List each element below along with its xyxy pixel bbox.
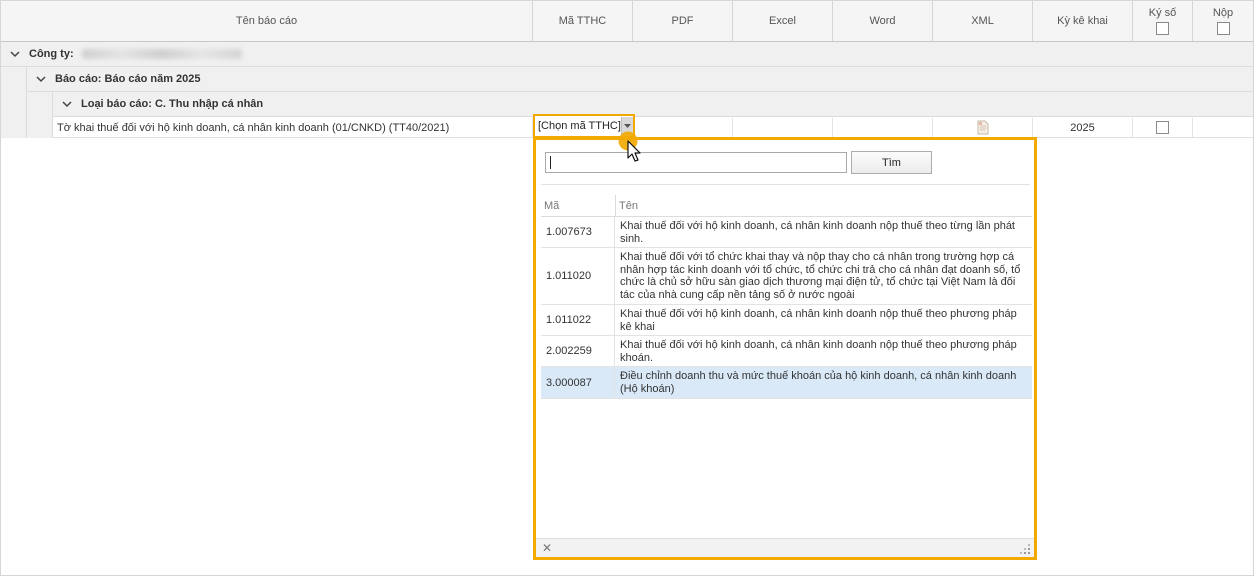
group-company[interactable]: Công ty: xyxy=(1,42,1253,67)
col-header-excel[interactable]: Excel xyxy=(733,1,833,41)
chevron-down-icon[interactable] xyxy=(62,99,72,109)
popup-table-header: Mã Tên xyxy=(541,195,1032,217)
item-code: 1.011020 xyxy=(541,248,615,304)
search-button[interactable]: Tìm xyxy=(851,151,932,174)
report-group-label: Báo cáo: Báo cáo năm 2025 xyxy=(55,73,201,85)
grid-header: Tên báo cáo Mã TTHC PDF Excel Word XML K… xyxy=(1,1,1253,42)
item-code: 2.002259 xyxy=(541,336,615,366)
report-grid: Tên báo cáo Mã TTHC PDF Excel Word XML K… xyxy=(0,0,1254,576)
row-excel-cell[interactable] xyxy=(733,118,833,137)
group-report[interactable]: Báo cáo: Báo cáo năm 2025 xyxy=(27,67,1253,92)
row-submit-cell[interactable] xyxy=(1193,118,1253,137)
col-header-signed-label: Ký số xyxy=(1148,7,1177,19)
col-header-report-name[interactable]: Tên báo cáo xyxy=(1,1,533,41)
row-report-name: Tờ khai thuế đối với hộ kinh doanh, cá n… xyxy=(53,118,533,137)
row-pdf-cell[interactable] xyxy=(633,118,733,137)
item-name: Khai thuế đối với hộ kinh doanh, cá nhân… xyxy=(620,308,1017,333)
chevron-down-icon[interactable] xyxy=(10,49,20,59)
list-item[interactable]: 1.007673 Khai thuế đối với hộ kinh doanh… xyxy=(541,217,1032,248)
popup-footer: ✕ xyxy=(536,538,1034,557)
row-signed-cell xyxy=(1133,118,1193,137)
text-caret xyxy=(550,156,551,169)
col-header-period[interactable]: Kỳ kê khai xyxy=(1033,1,1133,41)
col-header-signed: Ký số xyxy=(1133,1,1193,41)
table-row[interactable]: Tờ khai thuế đối với hộ kinh doanh, cá n… xyxy=(53,118,1253,138)
ma-tthc-dropdown-popup: Tìm Mã Tên 1.007673 Khai thuế đối với hộ… xyxy=(533,137,1037,560)
report-type-label: Loại báo cáo: C. Thu nhập cá nhân xyxy=(81,98,264,110)
list-item-selected[interactable]: 3.000087 Điều chỉnh doanh thu và mức thu… xyxy=(541,367,1032,399)
company-name-redacted xyxy=(81,49,242,59)
signed-all-checkbox[interactable] xyxy=(1156,22,1169,35)
ma-tthc-combo-value[interactable]: [Chọn mã TTHC] xyxy=(535,120,621,132)
list-item[interactable]: 2.002259 Khai thuế đối với hộ kinh doanh… xyxy=(541,336,1032,367)
group-indent-1 xyxy=(1,67,27,138)
col-header-submit-label: Nộp xyxy=(1212,7,1234,19)
popup-col-code[interactable]: Mã xyxy=(541,195,615,216)
close-icon[interactable]: ✕ xyxy=(542,541,552,555)
item-code: 1.007673 xyxy=(541,217,615,247)
col-header-word[interactable]: Word xyxy=(833,1,933,41)
group-indent-2 xyxy=(27,92,53,138)
item-name: Khai thuế đối với hộ kinh doanh, cá nhân… xyxy=(620,339,1017,364)
resize-grip-icon[interactable] xyxy=(1020,544,1031,555)
item-name: Khai thuế đối với tổ chức khai thay và n… xyxy=(620,251,1021,301)
group-report-type[interactable]: Loại báo cáo: C. Thu nhập cá nhân xyxy=(53,92,1253,117)
item-code: 3.000087 xyxy=(541,367,615,398)
list-item[interactable]: 1.011022 Khai thuế đối với hộ kinh doanh… xyxy=(541,305,1032,336)
item-name: Khai thuế đối với hộ kinh doanh, cá nhân… xyxy=(620,220,1015,245)
list-item[interactable]: 1.011020 Khai thuế đối với tổ chức khai … xyxy=(541,248,1032,305)
col-header-submit: Nộp xyxy=(1193,1,1253,41)
chevron-down-icon[interactable] xyxy=(36,74,46,84)
item-code: 1.011022 xyxy=(541,305,615,335)
xml-file-icon[interactable] xyxy=(977,120,989,135)
divider xyxy=(541,184,1030,185)
col-header-xml[interactable]: XML xyxy=(933,1,1033,41)
popup-search-input[interactable] xyxy=(545,152,847,173)
col-header-ma-tthc[interactable]: Mã TTHC xyxy=(533,1,633,41)
item-name: Điều chỉnh doanh thu và mức thuế khoán c… xyxy=(620,370,1017,395)
company-label: Công ty: xyxy=(29,48,74,60)
caret-down-icon xyxy=(623,124,631,128)
mouse-cursor-icon xyxy=(618,131,641,162)
submit-all-checkbox[interactable] xyxy=(1216,22,1230,35)
row-signed-checkbox[interactable] xyxy=(1156,121,1169,134)
popup-col-name[interactable]: Tên xyxy=(615,195,1032,216)
row-word-cell[interactable] xyxy=(833,118,933,137)
row-period: 2025 xyxy=(1033,118,1133,137)
row-xml-cell[interactable] xyxy=(933,118,1033,137)
col-header-pdf[interactable]: PDF xyxy=(633,1,733,41)
